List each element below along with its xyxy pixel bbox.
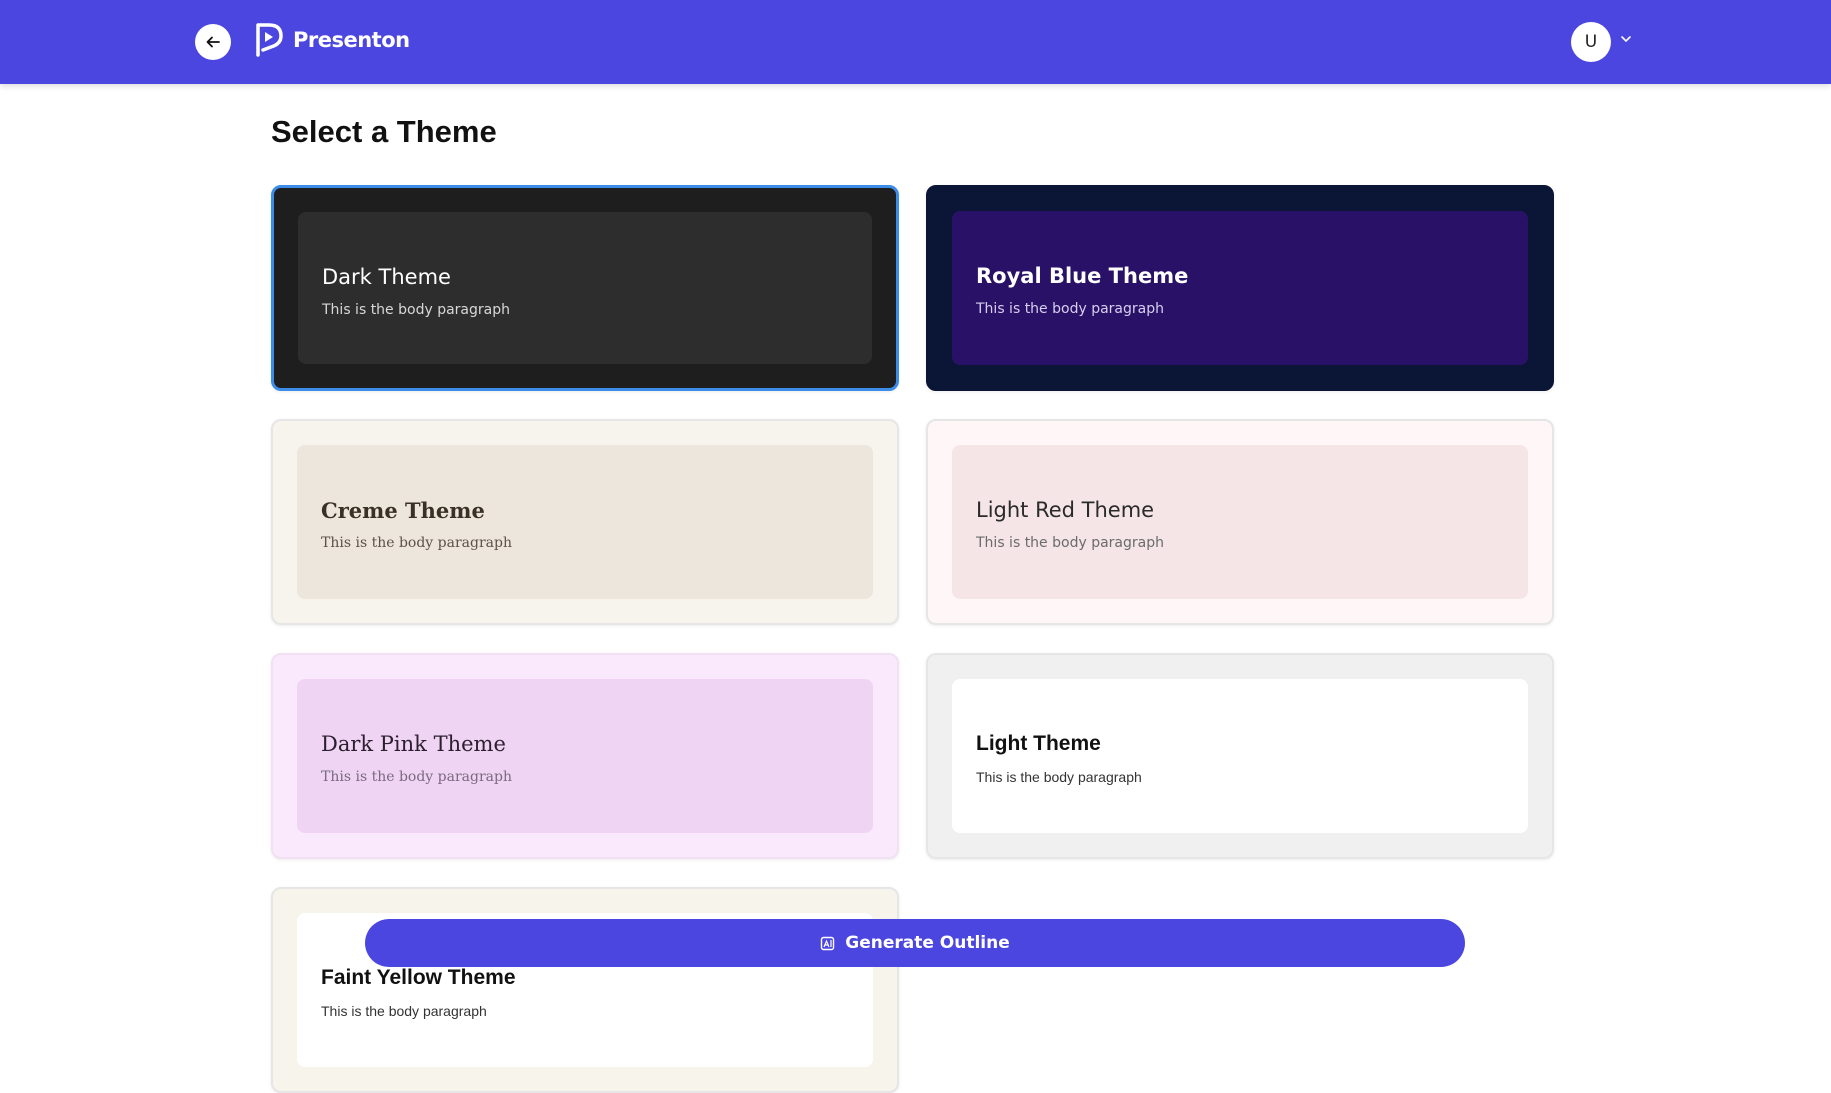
theme-name: Royal Blue Theme [976,264,1189,288]
user-initial: U [1584,32,1598,52]
theme-card-light-red[interactable]: Light Red Theme This is the body paragra… [926,419,1554,625]
theme-card-creme[interactable]: Creme Theme This is the body paragraph [271,419,899,625]
ai-sparkle-icon [821,936,835,950]
theme-name: Dark Theme [322,265,451,289]
user-avatar[interactable]: U [1571,22,1611,62]
theme-preview: Dark Theme This is the body paragraph [298,212,872,364]
top-header: Presenton U [0,0,1831,84]
theme-name: Creme Theme [321,498,485,523]
chevron-down-icon[interactable] [1620,34,1632,44]
theme-card-royal-blue[interactable]: Royal Blue Theme This is the body paragr… [926,185,1554,391]
back-button[interactable] [195,24,231,60]
theme-preview: Creme Theme This is the body paragraph [297,445,873,599]
theme-body-sample: This is the body paragraph [322,302,510,318]
generate-outline-label: Generate Outline [845,933,1010,953]
theme-preview: Royal Blue Theme This is the body paragr… [952,211,1528,365]
theme-name: Light Theme [976,732,1101,755]
theme-body-sample: This is the body paragraph [321,1003,487,1019]
theme-preview: Light Theme This is the body paragraph [952,679,1528,833]
presenton-logo[interactable]: Presenton [255,22,410,58]
theme-preview: Dark Pink Theme This is the body paragra… [297,679,873,833]
theme-body-sample: This is the body paragraph [321,535,512,551]
app-name: Presenton [293,28,410,52]
theme-card-dark-pink[interactable]: Dark Pink Theme This is the body paragra… [271,653,899,859]
theme-body-sample: This is the body paragraph [976,301,1164,317]
theme-body-sample: This is the body paragraph [976,769,1142,785]
presenton-logo-icon [256,23,283,57]
theme-body-sample: This is the body paragraph [976,535,1164,551]
theme-name: Light Red Theme [976,498,1155,522]
theme-card-light[interactable]: Light Theme This is the body paragraph [926,653,1554,859]
page-title: Select a Theme [271,114,497,149]
theme-card-dark[interactable]: Dark Theme This is the body paragraph [271,185,899,391]
theme-card-faint-yellow[interactable]: Faint Yellow Theme This is the body para… [271,887,899,1093]
theme-name: Faint Yellow Theme [321,966,516,989]
generate-outline-button[interactable]: Generate Outline [365,919,1465,967]
theme-name: Dark Pink Theme [321,732,506,756]
theme-body-sample: This is the body paragraph [321,769,512,785]
arrow-left-icon [206,36,220,48]
theme-preview: Light Red Theme This is the body paragra… [952,445,1528,599]
